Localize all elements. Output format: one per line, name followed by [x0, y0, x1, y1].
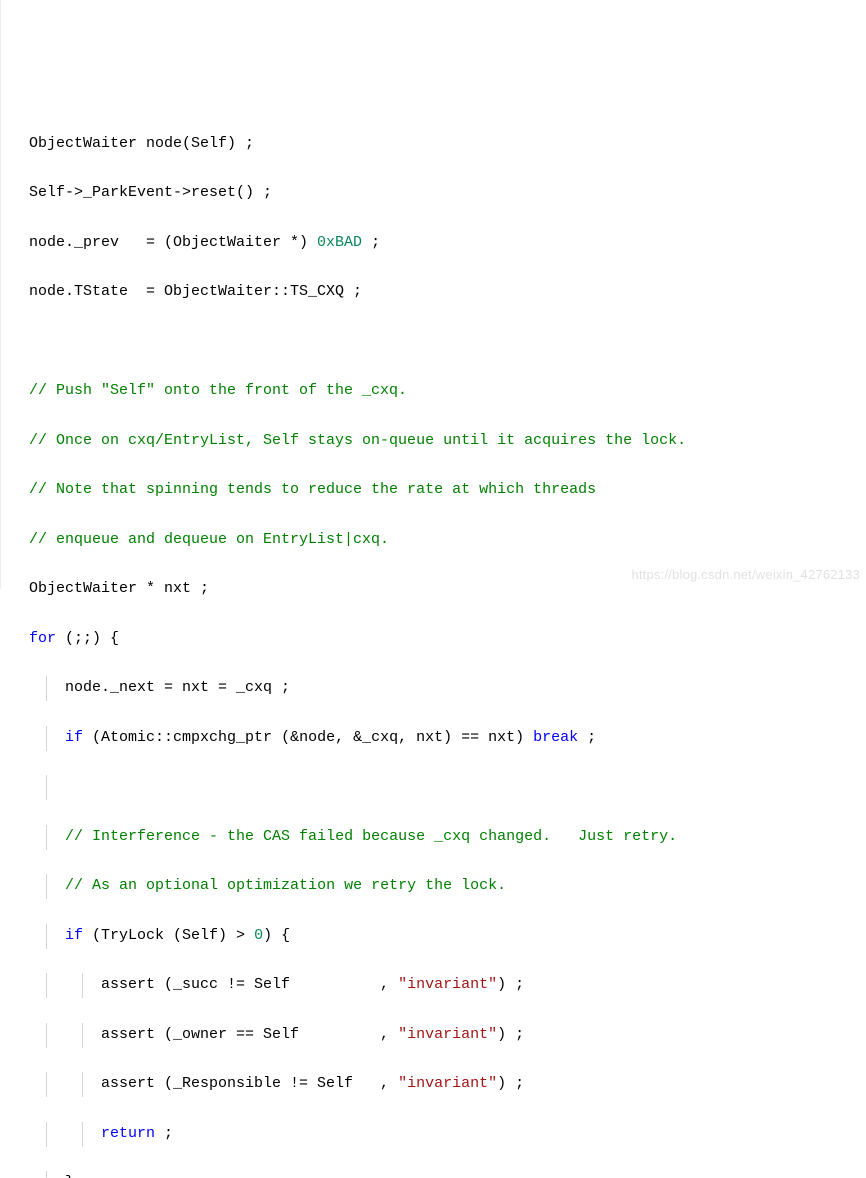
code-line: // Once on cxq/EntryList, Self stays on-… — [29, 429, 866, 454]
code-line: } — [29, 1171, 866, 1178]
comment: // As an optional optimization we retry … — [29, 877, 506, 894]
string-literal: "invariant" — [398, 1075, 497, 1092]
code-line — [29, 775, 866, 800]
indent-guide — [46, 1122, 47, 1147]
keyword-if: if — [65, 729, 83, 746]
code-text: ; — [155, 1125, 173, 1142]
code-line: // Push "Self" onto the front of the _cx… — [29, 379, 866, 404]
code-text: ) ; — [497, 1026, 524, 1043]
code-text: Self->_ParkEvent->reset() ; — [29, 184, 272, 201]
code-text: ) ; — [497, 1075, 524, 1092]
number-literal: 0xBAD — [317, 234, 362, 251]
code-line: assert (_owner == Self , "invariant") ; — [29, 1023, 866, 1048]
number-literal: 0 — [254, 927, 263, 944]
keyword-break: break — [533, 729, 578, 746]
code-text: ObjectWaiter node(Self) ; — [29, 135, 254, 152]
indent-guide — [46, 825, 47, 850]
code-text: ) ; — [497, 976, 524, 993]
code-line: for (;;) { — [29, 627, 866, 652]
code-line: if (Atomic::cmpxchg_ptr (&node, &_cxq, n… — [29, 726, 866, 751]
comment: // Note that spinning tends to reduce th… — [29, 481, 596, 498]
indent-guide — [46, 973, 47, 998]
code-text: node._next = nxt = _cxq ; — [29, 679, 290, 696]
code-text: ; — [578, 729, 596, 746]
code-text: assert (_Responsible != Self , — [29, 1075, 398, 1092]
code-text — [29, 729, 65, 746]
code-text: assert (_owner == Self , — [29, 1026, 398, 1043]
code-line: // Note that spinning tends to reduce th… — [29, 478, 866, 503]
code-block: ObjectWaiter node(Self) ; Self->_ParkEve… — [7, 107, 866, 1178]
code-text: assert (_succ != Self , — [29, 976, 398, 993]
code-line: if (TryLock (Self) > 0) { — [29, 924, 866, 949]
watermark: https://blog.csdn.net/weixin_42762133 — [631, 564, 860, 585]
code-line: // enqueue and dequeue on EntryList|cxq. — [29, 528, 866, 553]
code-line: // Interference - the CAS failed because… — [29, 825, 866, 850]
code-line: node.TState = ObjectWaiter::TS_CXQ ; — [29, 280, 866, 305]
indent-guide — [46, 874, 47, 899]
indent-guide — [46, 676, 47, 701]
code-text: node.TState = ObjectWaiter::TS_CXQ ; — [29, 283, 362, 300]
code-line: assert (_succ != Self , "invariant") ; — [29, 973, 866, 998]
code-text: ) { — [263, 927, 290, 944]
indent-guide — [46, 775, 47, 800]
indent-guide — [46, 1023, 47, 1048]
code-line: node._next = nxt = _cxq ; — [29, 676, 866, 701]
code-text: } — [29, 1174, 74, 1178]
indent-guide — [82, 973, 83, 998]
code-line: ObjectWaiter node(Self) ; — [29, 132, 866, 157]
indent-guide — [82, 1072, 83, 1097]
keyword-for: for — [29, 630, 56, 647]
comment: // Interference - the CAS failed because… — [29, 828, 677, 845]
indent-guide — [46, 924, 47, 949]
code-text: ; — [362, 234, 380, 251]
code-line: return ; — [29, 1122, 866, 1147]
keyword-if: if — [65, 927, 83, 944]
code-line: // As an optional optimization we retry … — [29, 874, 866, 899]
code-line: Self->_ParkEvent->reset() ; — [29, 181, 866, 206]
string-literal: "invariant" — [398, 1026, 497, 1043]
code-text: node._prev = (ObjectWaiter *) — [29, 234, 317, 251]
comment: // Push "Self" onto the front of the _cx… — [29, 382, 407, 399]
code-text — [29, 927, 65, 944]
indent-guide — [82, 1023, 83, 1048]
indent-guide — [82, 1122, 83, 1147]
string-literal: "invariant" — [398, 976, 497, 993]
code-line: node._prev = (ObjectWaiter *) 0xBAD ; — [29, 231, 866, 256]
code-text: (TryLock (Self) > — [83, 927, 254, 944]
indent-guide — [46, 726, 47, 751]
keyword-return: return — [101, 1125, 155, 1142]
indent-guide — [46, 1171, 47, 1178]
code-line — [29, 330, 866, 355]
code-text: (;;) { — [56, 630, 119, 647]
code-line: assert (_Responsible != Self , "invarian… — [29, 1072, 866, 1097]
comment: // enqueue and dequeue on EntryList|cxq. — [29, 531, 389, 548]
comment: // Once on cxq/EntryList, Self stays on-… — [29, 432, 686, 449]
code-text: (Atomic::cmpxchg_ptr (&node, &_cxq, nxt)… — [83, 729, 533, 746]
indent-guide — [46, 1072, 47, 1097]
code-text — [29, 1125, 101, 1142]
